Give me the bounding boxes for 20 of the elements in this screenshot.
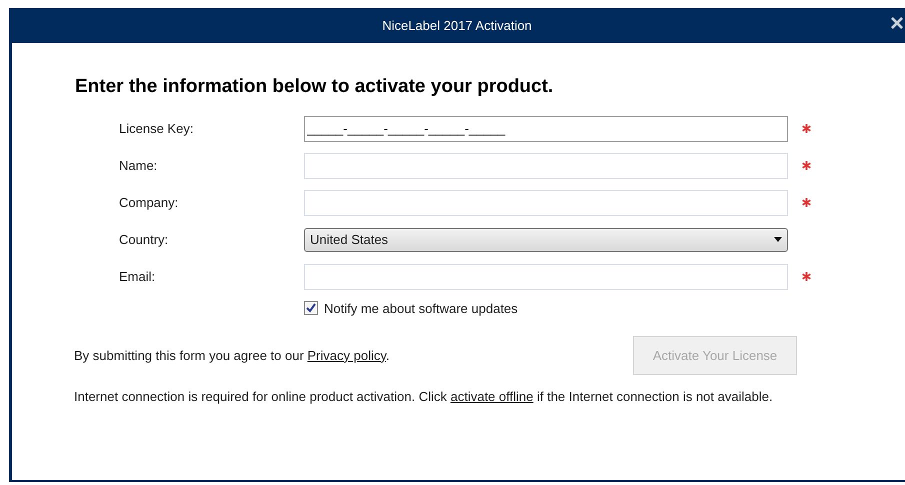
- activate-offline-link[interactable]: activate offline: [450, 389, 534, 404]
- privacy-policy-link[interactable]: Privacy policy: [307, 348, 386, 362]
- text-field[interactable]: [304, 152, 788, 178]
- form-heading: Enter the information below to activate your product.: [75, 75, 554, 99]
- agreement-text: By submitting this form you agree to our Privacy policy.: [74, 346, 390, 365]
- field-label: Company:: [119, 194, 180, 212]
- field-label: Email:: [119, 268, 156, 286]
- checkbox-label: Notify me about software updates: [324, 300, 518, 318]
- text-field[interactable]: [304, 264, 788, 290]
- dropdown-arrow-icon: [774, 237, 782, 242]
- connection-note: Internet connection is required for online product activation. Click activate offline if the Internet connection is not available.: [74, 388, 774, 406]
- field-label: License Key:: [119, 120, 194, 138]
- window-title: NiceLabel 2017 Activation: [382, 16, 532, 35]
- field-label: Name:: [119, 156, 158, 175]
- text-field[interactable]: _____-_____-_____-_____-_____: [304, 116, 788, 142]
- field-label: Country:: [119, 230, 170, 249]
- close-button[interactable]: ×: [890, 12, 904, 36]
- text-field[interactable]: [304, 190, 788, 216]
- country-dropdown[interactable]: United States: [304, 228, 788, 252]
- notify-checkbox[interactable]: [304, 301, 318, 316]
